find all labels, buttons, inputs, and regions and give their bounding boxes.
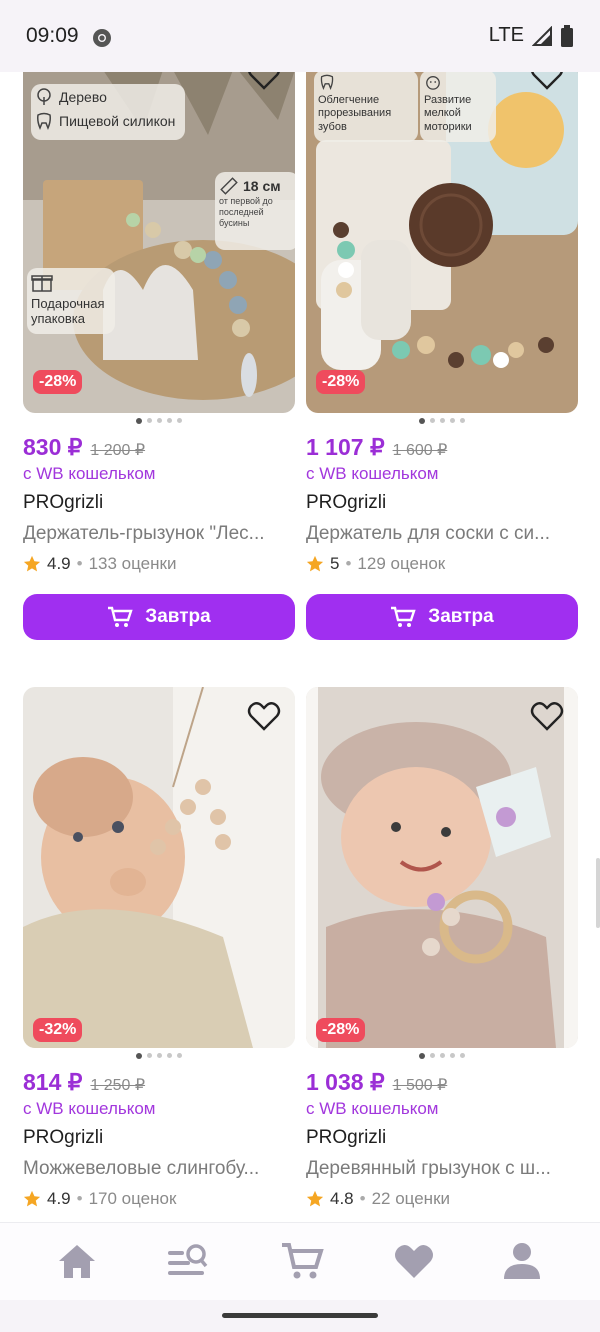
brand-name[interactable]: PROgrizli xyxy=(23,1127,103,1149)
delivery-label: Завтра xyxy=(428,606,494,627)
rating-row: 4.8 • 22 оценки xyxy=(306,1189,450,1209)
review-count: 133 оценки xyxy=(88,554,177,573)
chrome-icon xyxy=(93,29,111,47)
home-gesture-bar[interactable] xyxy=(222,1313,378,1318)
gift-tag: Подарочная упаковка xyxy=(27,268,115,334)
discount-badge: -28% xyxy=(33,370,83,394)
price-row: 830 ₽ 1 200 ₽ xyxy=(23,434,145,461)
price: 814 ₽ xyxy=(23,1069,83,1095)
rating-row: 4.9 • 170 оценок xyxy=(23,1189,176,1209)
catalog-search-icon[interactable] xyxy=(165,1241,209,1281)
old-price: 1 500 ₽ xyxy=(392,1077,448,1094)
material-wood: Дерево xyxy=(59,88,107,105)
material-silicone: Пищевой силикон xyxy=(59,112,176,129)
wallet-note: с WB кошельком xyxy=(23,1099,156,1118)
old-price: 1 600 ₽ xyxy=(392,442,448,459)
home-icon[interactable] xyxy=(55,1241,99,1281)
rating-row: 5 • 129 оценок xyxy=(306,554,445,574)
star-icon xyxy=(23,555,41,572)
tooth-icon xyxy=(37,112,51,130)
tree-icon xyxy=(37,88,51,105)
status-bar: 09:09 LTE xyxy=(0,0,600,72)
wallet-note: с WB кошельком xyxy=(23,464,156,483)
rating-value: 4.9 xyxy=(47,1189,71,1208)
profile-icon[interactable] xyxy=(500,1241,544,1281)
favorite-heart-icon[interactable] xyxy=(530,72,564,92)
favorite-heart-icon[interactable] xyxy=(530,699,564,733)
length-value: 18 см xyxy=(243,177,281,194)
review-count: 129 оценок xyxy=(357,554,446,573)
motor-skills-tag: Развитие мелкой моторики xyxy=(420,72,496,142)
image-pager-dots xyxy=(23,1052,295,1059)
product-feed[interactable]: Дерево Пищевой силикон 18 см от первой д… xyxy=(0,72,600,1222)
price-row: 814 ₽ 1 250 ₽ xyxy=(23,1069,145,1096)
status-indicators: LTE xyxy=(489,24,574,47)
length-note: от первой до последней бусины xyxy=(219,196,273,228)
review-count: 22 оценки xyxy=(371,1189,451,1208)
image-pager-dots xyxy=(306,417,578,424)
product-photo xyxy=(23,687,295,1048)
price: 830 ₽ xyxy=(23,434,83,460)
favorite-heart-icon[interactable] xyxy=(247,72,281,92)
delivery-label: Завтра xyxy=(145,606,211,627)
ruler-icon xyxy=(220,177,238,195)
star-icon xyxy=(306,1190,324,1207)
cart-icon[interactable] xyxy=(280,1241,324,1281)
rating-row: 4.9 • 133 оценки xyxy=(23,554,176,574)
star-icon xyxy=(23,1190,41,1207)
rating-value: 4.9 xyxy=(47,554,71,573)
review-count: 170 оценок xyxy=(88,1189,177,1208)
wallet-note: с WB кошельком xyxy=(306,464,439,483)
signal-icon xyxy=(532,25,552,46)
brand-name[interactable]: PROgrizli xyxy=(306,492,386,514)
discount-badge: -28% xyxy=(316,370,366,394)
gift-icon xyxy=(31,275,53,292)
gesture-navigation-area xyxy=(0,1300,600,1332)
image-pager-dots xyxy=(23,417,295,424)
product-photo xyxy=(306,687,578,1048)
baby-face-icon xyxy=(426,76,440,90)
rating-value: 4.8 xyxy=(330,1189,354,1208)
materials-tag: Дерево Пищевой силикон xyxy=(31,84,185,140)
add-to-cart-button[interactable]: Завтра xyxy=(306,594,578,640)
star-icon xyxy=(306,555,324,572)
product-title[interactable]: Держатель для соски с си... xyxy=(306,523,578,545)
teething-label: Облегчение прорезывания зубов xyxy=(318,94,392,133)
brand-name[interactable]: PROgrizli xyxy=(23,492,103,514)
favorite-heart-icon[interactable] xyxy=(247,699,281,733)
discount-badge: -32% xyxy=(33,1018,83,1042)
product-image[interactable]: -32% xyxy=(23,687,295,1048)
length-tag: 18 см от первой до последней бусины xyxy=(215,172,295,250)
scrollbar[interactable] xyxy=(596,858,600,928)
gift-label: Подарочная упаковка xyxy=(31,295,105,327)
cart-icon xyxy=(391,606,416,627)
discount-badge: -28% xyxy=(316,1018,366,1042)
product-image[interactable]: -28% xyxy=(306,687,578,1048)
add-to-cart-button[interactable]: Завтра xyxy=(23,594,295,640)
old-price: 1 200 ₽ xyxy=(90,442,146,459)
product-title[interactable]: Деревянный грызунок с ш... xyxy=(306,1158,578,1180)
price-row: 1 107 ₽ 1 600 ₽ xyxy=(306,434,447,461)
old-price: 1 250 ₽ xyxy=(90,1077,146,1094)
rating-value: 5 xyxy=(330,554,340,573)
product-title[interactable]: Можжевеловые слингобу... xyxy=(23,1158,295,1180)
cart-icon xyxy=(108,606,133,627)
tooth-icon xyxy=(320,74,334,90)
wallet-note: с WB кошельком xyxy=(306,1099,439,1118)
brand-name[interactable]: PROgrizli xyxy=(306,1127,386,1149)
image-pager-dots xyxy=(306,1052,578,1059)
bottom-navigation xyxy=(0,1222,600,1301)
network-label: LTE xyxy=(488,24,524,46)
motor-skills-label: Развитие мелкой моторики xyxy=(424,94,472,133)
status-time: 09:09 xyxy=(26,24,79,47)
favorites-icon[interactable] xyxy=(392,1241,436,1281)
product-image[interactable]: Дерево Пищевой силикон 18 см от первой д… xyxy=(23,72,295,413)
price: 1 107 ₽ xyxy=(306,434,385,460)
price-row: 1 038 ₽ 1 500 ₽ xyxy=(306,1069,447,1096)
price: 1 038 ₽ xyxy=(306,1069,385,1095)
battery-icon xyxy=(561,24,573,47)
product-title[interactable]: Держатель-грызунок "Лес... xyxy=(23,523,295,545)
teething-tag: Облегчение прорезывания зубов xyxy=(314,72,418,142)
product-image[interactable]: Облегчение прорезывания зубов Развитие м… xyxy=(306,72,578,413)
